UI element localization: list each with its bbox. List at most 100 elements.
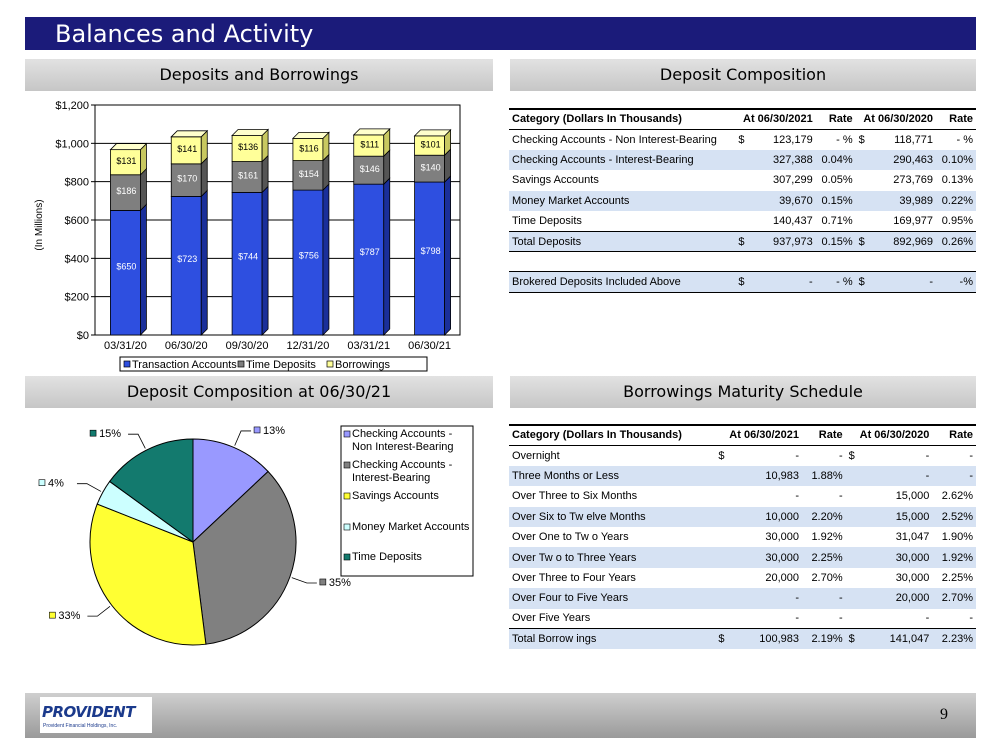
deposit-cell-cur1: $ (738, 133, 745, 146)
borrow-cell-cur1 (715, 506, 728, 527)
borrow-header-rate-2021: Rate (802, 423, 846, 446)
borrow-cell-val2: - (857, 465, 933, 487)
deposit-spacer-row (509, 251, 976, 272)
deposit-cell-cur1 (735, 149, 748, 171)
bar-segment-side (444, 175, 451, 336)
bar-ytick-label: $1,200 (55, 100, 89, 112)
pie-leader-line (76, 483, 102, 492)
pie-leader-line (128, 433, 146, 449)
deposit-cell-val1: 307,299 (772, 174, 813, 187)
borrow-cell-rate2: 2.23% (932, 628, 976, 650)
bar-legend-swatch (123, 360, 131, 368)
pie-legend-label: Time Deposits (352, 551, 422, 563)
borrow-cell-val1: 30,000 (727, 547, 803, 568)
bar-data-label: $170 (177, 174, 197, 184)
deposit-cell-rate2: - % (956, 133, 974, 146)
borrow-cell-rate1: - (838, 449, 843, 462)
bar-data-label: $798 (421, 246, 441, 256)
borrow-cell-rate2: 1.92% (932, 547, 976, 568)
bar-top-face (231, 129, 270, 136)
pie-legend-swatch (343, 553, 351, 561)
bar-data-label: $154 (299, 169, 319, 179)
bar-data-label: $111 (360, 139, 379, 149)
pie-legend-swatch (343, 461, 351, 469)
pie-legend-swatch (343, 430, 351, 438)
pie-label-swatch (319, 578, 327, 586)
pie-legend-label: Checking Accounts - (352, 459, 453, 471)
borrow-cell-rate2: 2.70% (932, 588, 976, 609)
borrow-header-2020: At 06/30/2020 (845, 423, 933, 446)
borrow-row: Over Three to Six Months - - 15,000 2.62% (509, 486, 976, 506)
page-number: 9 (940, 706, 948, 723)
borrow-cell-rate2: 2.52% (932, 506, 976, 527)
deposit-header-2020: At 06/30/2020 (855, 107, 937, 130)
borrow-cell-val1: 10,000 (727, 506, 803, 527)
bar-segment-side (140, 203, 147, 336)
borrow-row: Over Four to Five Years - -20,000 2.70% (509, 588, 976, 609)
borrow-cell-cur1 (715, 547, 728, 568)
deposit-row: Time Deposits 140,437 0.71% 169,977 0.95% (509, 211, 976, 231)
borrow-cell-category: Total Borrow ings (509, 628, 716, 650)
bar-top-face (413, 129, 452, 137)
bar-data-label: $146 (360, 164, 380, 174)
borrow-cell-cur1 (715, 465, 728, 487)
deposit-cell-val1: 327,388 (747, 149, 816, 171)
borrow-cell-val1: 30,000 (765, 531, 800, 544)
deposit-cell-rate1: 0.05% (821, 174, 853, 187)
bar-chart-ylabel: (In Millions) (34, 199, 45, 250)
bar-data-label: $650 (116, 261, 136, 271)
pie-data-label: 35% (329, 577, 351, 589)
bar-legend-swatch (237, 360, 245, 368)
deposit-brokered-cell-rate2: -% (936, 271, 976, 293)
footer-bar (25, 693, 976, 738)
deposit-cell-rate1: 0.71% (821, 214, 853, 227)
deposit-cell-cur2: $ (858, 133, 865, 146)
deposit-composition-table: Category (Dollars In Thousands) At 06/30… (509, 107, 976, 293)
bar-top-face (109, 143, 148, 151)
pie-legend-label: Checking Accounts - (352, 428, 453, 440)
borrow-cell-val2: - (925, 612, 930, 625)
borrow-cell-cur1 (715, 527, 727, 547)
borrow-row: Over Three to Four Years 20,000 2.70% 30,00… (509, 568, 976, 588)
deposit-brokered-cell-val1: - (747, 271, 816, 293)
deposit-cell-val1: 937,973 (747, 230, 816, 253)
bar-segment (353, 183, 385, 336)
deposit-cell-cur1 (735, 190, 748, 211)
borrow-cell-cur2 (845, 547, 858, 568)
deposit-cell-category: Savings Accounts (512, 174, 599, 187)
bar-xtick-label: 03/31/20 (104, 340, 147, 352)
bar-xtick-label: 06/30/20 (165, 340, 208, 352)
deposit-cell-val1: 140,437 (772, 214, 813, 227)
deposit-cell-rate2: 0.22% (936, 190, 976, 211)
bar-data-label: $141 (177, 144, 197, 154)
deposit-cell-val1: 39,670 (747, 190, 816, 211)
pie-data-label: 4% (48, 478, 64, 490)
pie-data-label: 33% (58, 610, 80, 622)
deposit-cell-category: Time Deposits (512, 214, 582, 227)
borrow-cell-rate1: 2.70% (811, 571, 843, 584)
borrow-cell-val1: 20,000 (765, 571, 800, 584)
bar-ytick-label: $400 (65, 253, 89, 265)
deposit-brokered-cell-val2: - (867, 271, 937, 293)
pie-label-swatch (253, 426, 261, 434)
title-bar: Balances and Activity (25, 17, 976, 50)
borrow-cell-rate2: 2.25% (941, 571, 973, 584)
bar-ytick-label: $200 (65, 292, 89, 304)
borrow-cell-category: Over Four to Five Years (509, 588, 716, 609)
borrow-cell-cur1 (715, 588, 728, 609)
pie-data-label: 15% (99, 428, 121, 440)
pie-label-swatch (89, 429, 97, 437)
borrow-cell-cur2 (846, 527, 858, 547)
bar-legend-label: Transaction Accounts (132, 359, 237, 371)
borrow-cell-category: Over Three to Six Months (512, 490, 638, 503)
bar-top-face (170, 130, 209, 138)
deposit-cell-cur2 (855, 149, 868, 171)
deposit-cell-cur2 (856, 170, 868, 190)
deposit-brokered-cell-cur1: $ (735, 271, 748, 293)
borrow-row: Total Borrow ings $100,983 2.19% $141,047 2.… (509, 628, 976, 650)
deposit-header-category: Category (Dollars In Thousands) (509, 107, 736, 130)
bar-xtick-label: 06/30/21 (408, 340, 451, 352)
bar-segment-side (383, 177, 391, 336)
borrow-cell-cur2: $ (845, 628, 858, 650)
deposit-spacer-cell (509, 251, 976, 272)
